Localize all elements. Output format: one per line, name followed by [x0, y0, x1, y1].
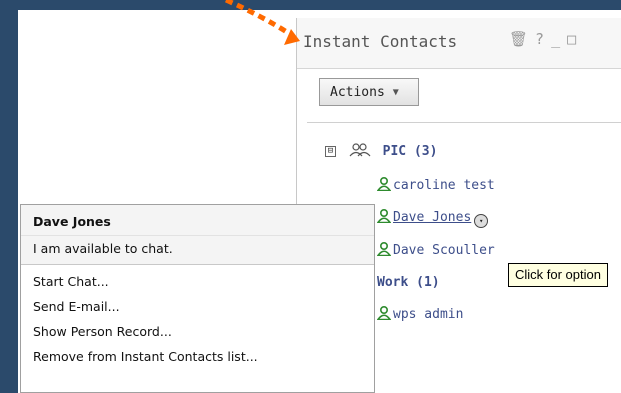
menu-contact-status: I am available to chat. — [21, 235, 374, 264]
menu-item-start-chat[interactable]: Start Chat... — [21, 269, 374, 294]
menu-item-remove-contact[interactable]: Remove from Instant Contacts list... — [21, 344, 374, 369]
menu-item-send-email[interactable]: Send E-mail... — [21, 294, 374, 319]
menu-item-show-person-record[interactable]: Show Person Record... — [21, 319, 374, 344]
menu-header: Dave Jones I am available to chat. — [21, 205, 374, 265]
menu-item-list: Start Chat... Send E-mail... Show Person… — [21, 265, 374, 369]
menu-contact-name: Dave Jones — [33, 214, 111, 229]
contact-context-menu: Dave Jones I am available to chat. Start… — [20, 204, 375, 393]
